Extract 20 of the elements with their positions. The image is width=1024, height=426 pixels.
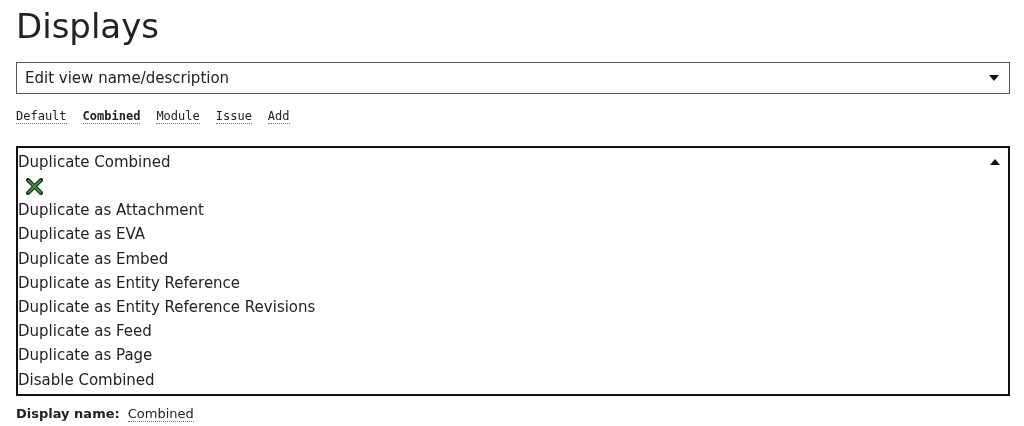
cross-icon[interactable] xyxy=(26,177,43,195)
display-tab[interactable]: Issue xyxy=(215,108,252,124)
display-tab[interactable]: Module xyxy=(156,108,200,124)
dropdown-item[interactable]: Duplicate as Entity Reference Revisions xyxy=(18,294,1008,320)
page-title: Displays xyxy=(16,5,161,48)
dropdown-item[interactable]: Duplicate as EVA xyxy=(18,222,1008,247)
dropdown-item[interactable]: Disable Combined xyxy=(18,367,1008,392)
display-tab[interactable]: Add xyxy=(267,108,290,124)
display-tab[interactable]: Combined xyxy=(82,108,141,124)
view-select[interactable]: Edit view name/description xyxy=(16,62,1010,94)
display-name-link[interactable]: Combined xyxy=(127,405,194,422)
dropdown-title[interactable]: Duplicate Combined xyxy=(18,150,171,175)
dropdown-item[interactable]: Duplicate as Page xyxy=(18,343,1008,368)
dropdown-item[interactable]: Duplicate as Attachment xyxy=(18,198,1008,223)
display-tab[interactable]: Default xyxy=(16,108,67,124)
dropdown-item[interactable]: Duplicate as Feed xyxy=(18,319,1008,344)
dropdown-item[interactable]: Duplicate as Entity Reference xyxy=(18,270,1008,295)
actions-dropdown[interactable] xyxy=(16,146,1010,396)
display-name-label: Display name: xyxy=(16,406,120,422)
dropdown-item[interactable]: Duplicate as Embed xyxy=(18,246,1008,271)
